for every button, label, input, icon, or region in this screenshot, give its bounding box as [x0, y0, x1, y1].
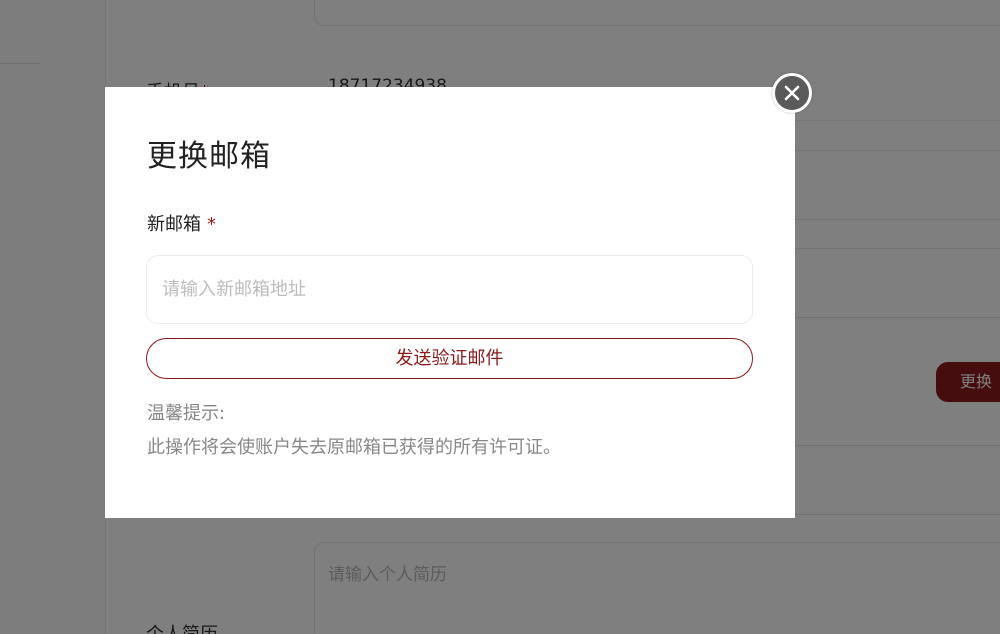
new-email-input[interactable] [146, 255, 753, 324]
tip-title: 温馨提示: [147, 403, 226, 424]
change-email-dialog: 更换邮箱 新邮箱 * 发送验证邮件 温馨提示: 此操作将会使账户失去原邮箱已获得的… [105, 87, 795, 518]
send-verification-email-button[interactable]: 发送验证邮件 [146, 338, 753, 379]
close-button[interactable] [772, 73, 812, 113]
close-icon [784, 85, 800, 101]
new-email-label: 新邮箱 * [147, 210, 216, 236]
tip-text: 此操作将会使账户失去原邮箱已获得的所有许可证。 [147, 437, 561, 458]
required-mark: * [207, 214, 216, 235]
dialog-title: 更换邮箱 [147, 139, 271, 174]
new-email-label-text: 新邮箱 [147, 214, 201, 235]
